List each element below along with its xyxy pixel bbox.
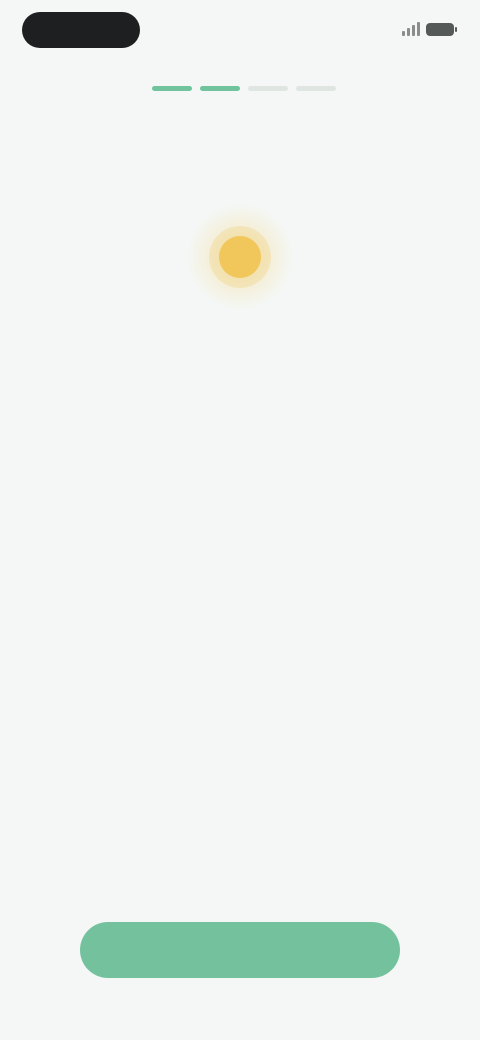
option-item-6[interactable] xyxy=(60,672,420,730)
signal-icon xyxy=(402,22,420,36)
option-item-2[interactable] xyxy=(60,440,420,498)
option-item-3[interactable] xyxy=(60,498,420,556)
status-indicators xyxy=(402,22,457,36)
status-time-pill xyxy=(22,12,140,48)
battery-icon xyxy=(426,22,457,36)
progress-step-4 xyxy=(296,86,336,91)
status-bar xyxy=(0,0,480,64)
progress-step-3 xyxy=(248,86,288,91)
option-item-1[interactable] xyxy=(60,382,420,440)
sun-icon xyxy=(219,236,261,278)
hero-illustration xyxy=(188,205,292,309)
option-list xyxy=(60,382,420,730)
progress-step-1 xyxy=(152,86,192,91)
option-item-4[interactable] xyxy=(60,556,420,614)
continue-button[interactable] xyxy=(80,922,400,978)
onboarding-progress xyxy=(152,86,336,91)
option-item-5[interactable] xyxy=(60,614,420,672)
progress-step-2 xyxy=(200,86,240,91)
